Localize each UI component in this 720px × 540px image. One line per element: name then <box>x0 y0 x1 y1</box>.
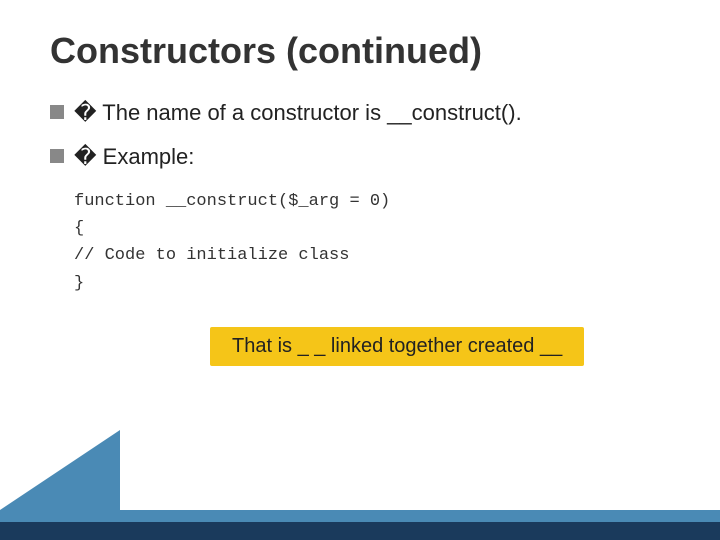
slide: Constructors (continued) � The name of a… <box>0 0 720 540</box>
bottom-bar-light <box>0 510 720 522</box>
code-block: function __construct($_arg = 0) { // Cod… <box>74 188 670 297</box>
slide-content: Constructors (continued) � The name of a… <box>0 0 720 446</box>
slide-title: Constructors (continued) <box>50 30 670 72</box>
bottom-bar-dark <box>0 522 720 540</box>
bullet-square-2 <box>50 149 64 163</box>
diagonal-accent <box>0 430 120 510</box>
code-line-1: function __construct($_arg = 0) <box>74 188 670 215</box>
bullet1-text: name of a constructor is __construct(). <box>140 100 522 125</box>
bullet-item-2: � Example: <box>50 144 670 170</box>
example-section: � Example: function __construct($_arg = … <box>50 144 670 297</box>
bullet1-prefix: � The <box>74 100 140 125</box>
code-line-4: } <box>74 270 670 297</box>
bullet2-prefix: � Example: <box>74 144 194 170</box>
bullet-square-1 <box>50 105 64 119</box>
bullet-text-1: � The name of a constructor is __constru… <box>74 100 522 126</box>
code-line-3: // Code to initialize class <box>74 242 670 269</box>
bullet-item-1: � The name of a constructor is __constru… <box>50 100 670 126</box>
highlight-box: That is _ _ linked together created __ <box>210 327 584 366</box>
code-line-2: { <box>74 215 670 242</box>
